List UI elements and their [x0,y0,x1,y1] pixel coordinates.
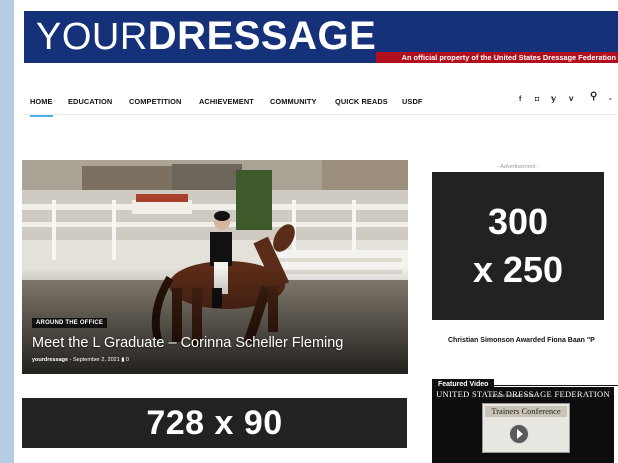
logo-text-your: YOUR [36,16,148,58]
nav-item-achievement[interactable]: ACHIEVEMENT [199,97,254,106]
sidebar-ad-line2: x 250 [472,249,564,290]
article-author[interactable]: yourdressage [32,357,68,363]
article-meta: yourdressage - September 2, 2021 ▮ 0 [32,357,129,363]
logo-text-dressage: DRESSAGE [147,14,377,58]
nav-item-quick-reads[interactable]: QUICK READS [335,97,388,106]
comment-icon[interactable]: ▮ [121,357,124,363]
featured-article[interactable]: AROUND THE OFFICE Meet the L Graduate – … [22,160,408,374]
banner-tagline: An official property of the United State… [376,52,618,63]
advertisement-label: - Advertisement - [497,164,539,170]
comment-count[interactable]: 0 [126,357,129,363]
sidebar-ad[interactable]: 300 x 250 [432,172,604,320]
page: YOURDRESSAGE An official property of the… [14,0,618,463]
meta-separator: - [69,357,72,363]
nav-item-community[interactable]: COMMUNITY [270,97,316,106]
site-banner[interactable]: YOURDRESSAGE An official property of the… [24,11,618,63]
article-category-badge[interactable]: AROUND THE OFFICE [32,318,108,328]
leaderboard-ad-label: 728 x 90 [146,403,283,442]
play-icon[interactable] [509,424,529,444]
nav-item-home[interactable]: HOME [30,97,53,117]
leaderboard-ad[interactable]: 728 x 90 [22,398,407,448]
search-icon[interactable]: ⚲ [590,92,597,102]
sidebar-ad-line1: 300 [487,201,549,242]
sidebar-article-link[interactable]: Christian Simonson Awarded Fiona Baan "P [448,337,595,344]
article-headline[interactable]: Meet the L Graduate – Corinna Scheller F… [32,335,343,351]
nav-item-usdf[interactable]: USDF [402,97,423,106]
nav-item-education[interactable]: EDUCATION [68,97,112,106]
main-nav: HOME EDUCATION COMPETITION ACHIEVEMENT C… [22,90,618,117]
article-date: September 2, 2021 [72,357,120,363]
featured-video-player[interactable]: UNITED STATES DRESSAGE FEDERATION Traine… [432,387,614,463]
video-card-title: Trainers Conference [485,406,567,417]
featured-video-header: Featured Video [432,373,618,391]
nav-item-competition[interactable]: COMPETITION [129,97,181,106]
site-logo[interactable]: YOURDRESSAGE [36,14,376,63]
video-card-subtitle: GEORGE WILLIAMS SERIES [490,394,537,398]
vimeo-icon[interactable]: v [569,94,573,104]
facebook-icon[interactable]: f [519,95,521,105]
instagram-icon[interactable]: ◘ [535,95,539,105]
twitter-icon[interactable]: 𝕪 [551,94,556,104]
more-icon[interactable]: - [609,94,612,104]
